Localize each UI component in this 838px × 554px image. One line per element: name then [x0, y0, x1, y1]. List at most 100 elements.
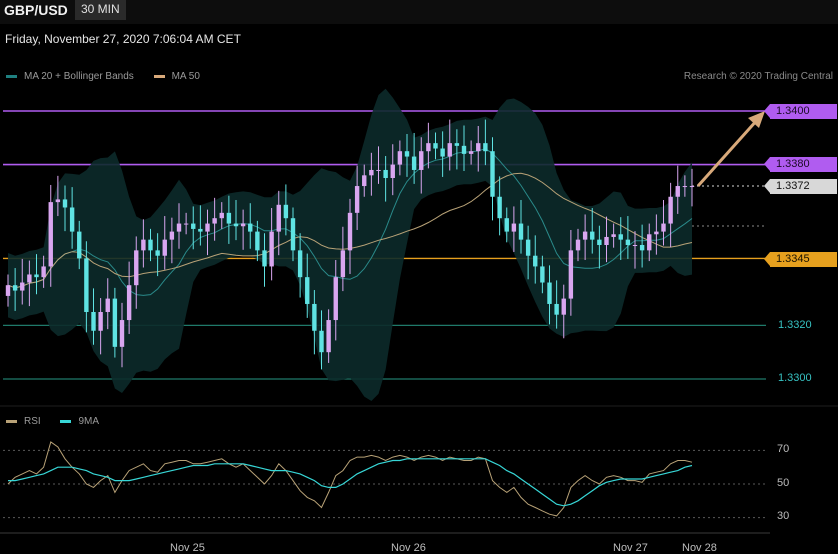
candle-body: [483, 143, 488, 152]
candle-body: [27, 274, 32, 283]
rsi-swatch: [6, 419, 17, 423]
candle-body: [205, 223, 210, 232]
legend-rsi-label: RSI: [24, 416, 41, 427]
candle-body: [333, 277, 338, 321]
candle-body: [433, 143, 438, 149]
legend-rsi-ma: 9MA: [60, 416, 99, 427]
candle-body: [55, 199, 61, 203]
candle-body: [518, 223, 524, 240]
candle-body: [276, 204, 281, 232]
support-2-label: 1.3300: [778, 372, 812, 384]
candle-body: [376, 169, 381, 171]
candle-body: [397, 151, 403, 165]
candle-body: [362, 175, 367, 187]
candle-body: [226, 212, 232, 224]
candle-body: [233, 223, 239, 227]
candle-body: [41, 266, 46, 278]
candle-body: [497, 196, 502, 219]
candle-body: [661, 223, 666, 232]
candle-body: [326, 320, 331, 353]
candle-body: [582, 231, 588, 240]
candle-body: [554, 303, 559, 315]
candle-body: [654, 231, 659, 235]
candle-body: [404, 151, 410, 157]
rsi-tick-50: 50: [777, 477, 790, 489]
candle-body: [504, 218, 509, 232]
candle-body: [84, 258, 89, 312]
x-tick-nov27: Nov 27: [613, 542, 648, 554]
candle-body: [468, 151, 474, 154]
candle-body: [461, 145, 467, 154]
rsi-tick-30: 30: [777, 510, 790, 522]
candle-body: [198, 228, 203, 232]
candle-body: [354, 186, 360, 213]
candle-body: [269, 231, 274, 267]
candle-body: [390, 164, 395, 178]
candle-body: [647, 234, 652, 251]
candle-body: [255, 231, 260, 251]
candle-body: [440, 148, 445, 157]
candle-body: [240, 223, 246, 227]
forecast-arrow: [696, 111, 765, 188]
candle-body: [419, 151, 424, 170]
candle-body: [454, 143, 460, 146]
candle-body: [618, 234, 623, 240]
candle-body: [162, 239, 167, 256]
resistance-1-badge: 1.3380: [770, 157, 837, 172]
candle-body: [119, 320, 125, 347]
candle-body: [283, 204, 289, 219]
candle-body: [77, 231, 82, 259]
candle-body: [290, 218, 296, 251]
candle-body: [305, 277, 310, 304]
candle-body: [540, 266, 545, 283]
rsi-lines: [7, 441, 693, 517]
price-chart[interactable]: [0, 0, 838, 553]
legend-rsi-ma-label: 9MA: [78, 416, 100, 427]
candle-body: [191, 223, 196, 229]
candle-body: [575, 239, 581, 251]
legend-rsi: RSI: [6, 416, 41, 427]
candle-body: [112, 298, 118, 347]
candle-body: [134, 250, 139, 286]
candle-body: [48, 202, 53, 267]
candle-body: [62, 199, 68, 208]
candle-body: [561, 298, 566, 315]
candle-body: [689, 186, 695, 188]
candle-body: [141, 239, 146, 251]
candle-body: [668, 196, 673, 224]
candle-body: [426, 143, 431, 152]
candle-body: [219, 212, 224, 219]
candle-body: [568, 250, 574, 299]
x-tick-nov25: Nov 25: [170, 542, 205, 554]
candle-body: [20, 282, 25, 291]
candle-body: [511, 223, 517, 232]
candle-body: [447, 143, 452, 157]
rsi-ma-swatch: [60, 419, 72, 423]
candle-body: [604, 236, 609, 245]
current-price-badge: 1.3372: [770, 179, 837, 194]
candle-body: [262, 250, 267, 267]
candle-body: [632, 245, 638, 246]
candle-body: [5, 285, 11, 296]
candle-body: [155, 250, 160, 256]
candle-body: [105, 298, 110, 312]
candle-body: [547, 282, 552, 304]
candle-body: [525, 239, 531, 256]
rsi-legend: RSI 9MA: [6, 416, 116, 427]
candle-body: [319, 330, 324, 353]
candle-body: [639, 245, 645, 251]
candle-body: [611, 234, 616, 237]
candle-body: [98, 312, 103, 331]
candle-body: [176, 223, 182, 232]
candle-body: [91, 312, 96, 331]
candle-body: [411, 156, 417, 170]
candle-body: [340, 250, 346, 278]
candle-body: [533, 255, 538, 267]
candle-body: [312, 303, 317, 331]
candle-body: [347, 212, 353, 251]
candle-body: [590, 231, 595, 240]
resistance-2-badge: 1.3400: [770, 104, 837, 119]
candle-body: [69, 207, 75, 232]
candle-body: [625, 239, 631, 245]
candle-body: [682, 186, 688, 188]
